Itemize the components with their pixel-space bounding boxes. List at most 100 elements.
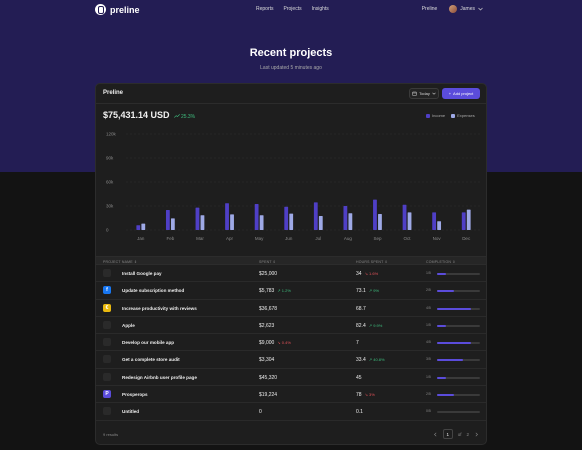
bar-expenses-feb[interactable]	[170, 218, 175, 230]
col-spent[interactable]: SPENT ⇕	[259, 260, 276, 264]
date-filter-button[interactable]: Today	[409, 88, 439, 99]
table-row[interactable]: Install Google pay $25,000 34 ↘ 1.6% 1/5	[96, 265, 486, 283]
chevron-right-icon[interactable]	[474, 432, 479, 437]
add-project-button[interactable]: + Add project	[442, 88, 480, 99]
spent-value: $5,783	[259, 288, 275, 295]
pagination: 1 of 2	[433, 429, 479, 439]
project-name[interactable]: Prosperops	[122, 392, 148, 397]
completion-bar-fill	[437, 376, 446, 379]
x-tick-label: Jul	[315, 236, 321, 241]
bar-expenses-sep[interactable]	[378, 214, 382, 230]
bar-income-apr[interactable]	[225, 203, 229, 230]
spent-cell: $25,000	[259, 271, 277, 277]
total-change-value: 25.3%	[180, 114, 196, 120]
table-row[interactable]: Develop our mobile app $9,000 ↘ 0.4% 7 4/5	[96, 334, 486, 352]
brand-logo[interactable]: preline	[95, 4, 140, 15]
hours-cell: 73.1 ↗ 9%	[356, 288, 379, 294]
bar-income-oct[interactable]	[402, 204, 407, 230]
bar-income-sep[interactable]	[373, 199, 377, 230]
hours-delta: ↘ 1.6%	[364, 271, 379, 276]
nav-link-preline[interactable]: Preline	[422, 6, 438, 12]
spent-delta: ↗ 1.2%	[277, 288, 291, 294]
bar-expenses-may[interactable]	[259, 215, 264, 230]
table-row[interactable]: Get a complete store audit $3,304 33.4 ↗ 40…	[96, 351, 486, 369]
spent-value: $25,000	[259, 271, 278, 277]
bar-income-may[interactable]	[254, 204, 259, 230]
total-amount: $75,431.14 USD	[103, 110, 170, 120]
table-row[interactable]: P Prosperops $19,224 78 ↘ 3% 2/5	[96, 386, 486, 404]
completion-bar-fill	[437, 307, 472, 310]
project-name[interactable]: Untitled	[122, 409, 139, 414]
user-menu[interactable]: James	[449, 5, 483, 13]
spent-cell: $5,783 ↗ 1.2%	[259, 288, 291, 294]
table-row[interactable]: Untitled 0 0.1 0/5	[96, 403, 486, 421]
col-project-name[interactable]: PROJECT NAME ⇕	[103, 260, 137, 264]
nav-link-insights[interactable]: Insights	[312, 6, 329, 12]
bar-expenses-aug[interactable]	[348, 213, 353, 230]
bar-income-nov[interactable]	[432, 212, 437, 230]
project-name[interactable]: Develop our mobile app	[122, 340, 174, 345]
bar-income-feb[interactable]	[165, 210, 170, 230]
bar-expenses-oct[interactable]	[407, 212, 412, 230]
hours-delta: ↗ 40.8%	[368, 357, 385, 363]
bar-income-jul[interactable]	[313, 202, 318, 230]
completion-bar	[437, 273, 480, 275]
bar-expenses-jan[interactable]	[141, 223, 146, 230]
legend-income-swatch	[426, 113, 430, 118]
google-pay-icon	[103, 269, 111, 277]
nav-link-reports[interactable]: Reports	[256, 6, 274, 12]
current-page[interactable]: 1	[442, 429, 453, 439]
hours-value: 68.7	[356, 305, 366, 312]
completion-label: 0/5	[426, 409, 431, 414]
hours-value: 82.4	[356, 322, 366, 329]
col-completion[interactable]: COMPLETION ⇕	[426, 260, 455, 264]
coin-icon: €	[103, 303, 111, 312]
bar-income-jan[interactable]	[136, 225, 141, 230]
hours-cell: 68.7	[356, 306, 366, 312]
table-row[interactable]: Apple $2,623 82.4 ↗ 9.9% 1/5	[96, 317, 486, 335]
spent-cell: $9,000 ↘ 0.4%	[259, 340, 291, 346]
spent-cell: $36,678	[259, 306, 277, 312]
bar-expenses-mar[interactable]	[200, 215, 205, 230]
bar-expenses-jul[interactable]	[318, 216, 323, 230]
table-row[interactable]: € Increase productivity with reviews $36,6…	[96, 300, 486, 317]
hours-delta: ↗ 9%	[368, 288, 379, 294]
trend-down-icon: ↘	[277, 340, 281, 346]
y-tick-label: 30k	[106, 204, 114, 209]
bar-expenses-nov[interactable]	[437, 221, 442, 230]
hours-cell: 7	[356, 340, 359, 346]
nav-link-projects[interactable]: Projects	[284, 6, 302, 12]
chevron-left-icon[interactable]	[433, 432, 438, 437]
completion-label: 2/5	[426, 288, 431, 293]
bar-expenses-apr[interactable]	[230, 214, 234, 230]
bar-expenses-jun[interactable]	[289, 213, 294, 230]
x-tick-label: May	[255, 236, 264, 241]
completion-label: 2/5	[426, 392, 431, 397]
table-row[interactable]: Redesign Airbnb user profile page $45,320…	[96, 369, 486, 387]
col-hours-spent[interactable]: HOURS SPENT ⇕	[356, 260, 388, 264]
table-row[interactable]: f Update subscription method $5,783 ↗ 1.2% 7…	[96, 282, 486, 300]
bar-income-dec[interactable]	[461, 212, 466, 230]
bar-income-aug[interactable]	[343, 206, 348, 230]
legend-expenses-label: Expenses	[457, 113, 475, 118]
project-name[interactable]: Install Google pay	[122, 271, 162, 276]
completion-bar	[437, 307, 480, 310]
bar-income-mar[interactable]	[195, 207, 200, 230]
facebook-icon: f	[103, 286, 111, 295]
bar-expenses-dec[interactable]	[466, 209, 471, 230]
legend-income: Income	[426, 113, 445, 118]
trend-up-icon: ↗	[277, 288, 281, 294]
x-tick-label: Aug	[344, 236, 353, 241]
x-tick-label: Jan	[137, 236, 145, 241]
project-name[interactable]: Redesign Airbnb user profile page	[122, 375, 197, 380]
total-change: 25.3%	[173, 114, 196, 120]
project-name[interactable]: Update subscription method	[122, 288, 184, 293]
spent-cell: $2,623	[259, 323, 274, 329]
project-name[interactable]: Get a complete store audit	[122, 357, 180, 362]
project-name[interactable]: Increase productivity with reviews	[122, 306, 197, 311]
bar-income-jun[interactable]	[284, 206, 289, 230]
project-name[interactable]: Apple	[122, 323, 135, 328]
hours-cell: 45	[356, 375, 362, 381]
nav-right: Preline James	[422, 5, 483, 13]
prosperops-icon: P	[103, 390, 111, 399]
